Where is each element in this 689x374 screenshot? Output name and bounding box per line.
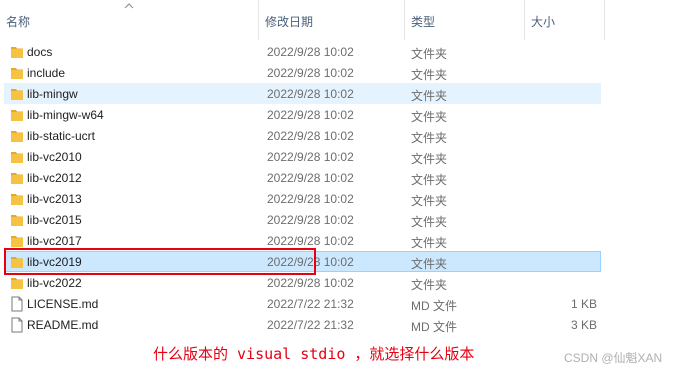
file-row[interactable]: include 2022/9/28 10:02 文件夹 [4,62,601,83]
column-header-type[interactable]: 类型 [405,0,525,40]
file-name: lib-static-ucrt [27,129,96,143]
folder-icon [10,191,24,207]
file-name: lib-vc2013 [27,192,82,206]
file-date-modified: 2022/9/28 10:02 [267,87,354,101]
file-row[interactable]: lib-mingw-w64 2022/9/28 10:02 文件夹 [4,104,601,125]
file-row[interactable]: lib-vc2013 2022/9/28 10:02 文件夹 [4,188,601,209]
file-type: 文件夹 [411,236,448,250]
file-type: 文件夹 [411,278,448,292]
file-type: 文件夹 [411,110,448,124]
folder-icon [10,170,24,186]
sort-ascending-icon [124,3,134,9]
file-name: README.md [27,318,99,332]
column-header-size-label: 大小 [531,15,556,29]
file-type: MD 文件 [411,320,457,334]
file-date-modified: 2022/7/22 21:32 [267,318,354,332]
file-type: 文件夹 [411,47,448,61]
file-date-modified: 2022/9/28 10:02 [267,150,354,164]
column-header-bar: 名称 修改日期 类型 大小 [0,0,689,40]
annotation-text: 什么版本的 visual stdio ，就选择什么版本 [153,345,475,363]
file-row[interactable]: LICENSE.md 2022/7/22 21:32 MD 文件 1 KB [4,293,601,314]
watermark: CSDN @仙魁XAN [564,351,663,365]
file-type: MD 文件 [411,299,457,313]
folder-icon [10,128,24,144]
file-date-modified: 2022/9/28 10:02 [267,276,354,290]
folder-icon [10,233,24,249]
file-type: 文件夹 [411,89,448,103]
file-row[interactable]: lib-mingw 2022/9/28 10:02 文件夹 [4,83,601,104]
file-type: 文件夹 [411,194,448,208]
folder-icon [10,212,24,228]
file-name: lib-vc2017 [27,234,82,248]
file-date-modified: 2022/9/28 10:02 [267,234,354,248]
file-type: 文件夹 [411,257,448,271]
column-header-size[interactable]: 大小 [525,0,605,40]
file-row[interactable]: README.md 2022/7/22 21:32 MD 文件 3 KB [4,314,601,335]
file-name: lib-mingw-w64 [27,108,104,122]
file-row[interactable]: lib-vc2010 2022/9/28 10:02 文件夹 [4,146,601,167]
column-header-name-label: 名称 [6,15,31,29]
folder-icon [10,275,24,291]
document-icon [10,317,24,333]
file-name: docs [27,45,53,59]
file-type: 文件夹 [411,131,448,145]
file-name: lib-mingw [27,87,78,101]
file-type: 文件夹 [411,215,448,229]
file-row[interactable]: lib-vc2015 2022/9/28 10:02 文件夹 [4,209,601,230]
file-date-modified: 2022/9/28 10:02 [267,108,354,122]
file-date-modified: 2022/9/28 10:02 [267,213,354,227]
document-icon [10,296,24,312]
file-name: lib-vc2010 [27,150,82,164]
column-header-type-label: 类型 [411,15,436,29]
file-date-modified: 2022/9/28 10:02 [267,129,354,143]
file-name: lib-vc2015 [27,213,82,227]
folder-icon [10,107,24,123]
file-type: 文件夹 [411,173,448,187]
column-header-name[interactable]: 名称 [0,0,259,40]
file-type: 文件夹 [411,152,448,166]
file-row[interactable]: lib-static-ucrt 2022/9/28 10:02 文件夹 [4,125,601,146]
file-size: 3 KB [570,318,597,332]
column-header-date[interactable]: 修改日期 [259,0,405,40]
folder-icon [10,65,24,81]
file-date-modified: 2022/9/28 10:02 [267,192,354,206]
column-header-date-label: 修改日期 [265,15,314,29]
file-name: include [27,66,66,80]
file-name: lib-vc2022 [27,276,82,290]
file-row[interactable]: lib-vc2022 2022/9/28 10:02 文件夹 [4,272,601,293]
folder-icon [10,149,24,165]
file-row[interactable]: docs 2022/9/28 10:02 文件夹 [4,41,601,62]
file-size: 1 KB [570,297,597,311]
annotation-highlight-box [4,248,316,275]
file-name: lib-vc2012 [27,171,82,185]
file-name: LICENSE.md [27,297,99,311]
file-date-modified: 2022/9/28 10:02 [267,171,354,185]
file-row[interactable]: lib-vc2012 2022/9/28 10:02 文件夹 [4,167,601,188]
file-date-modified: 2022/7/22 21:32 [267,297,354,311]
folder-icon [10,86,24,102]
file-date-modified: 2022/9/28 10:02 [267,66,354,80]
folder-icon [10,44,24,60]
file-date-modified: 2022/9/28 10:02 [267,45,354,59]
file-type: 文件夹 [411,68,448,82]
